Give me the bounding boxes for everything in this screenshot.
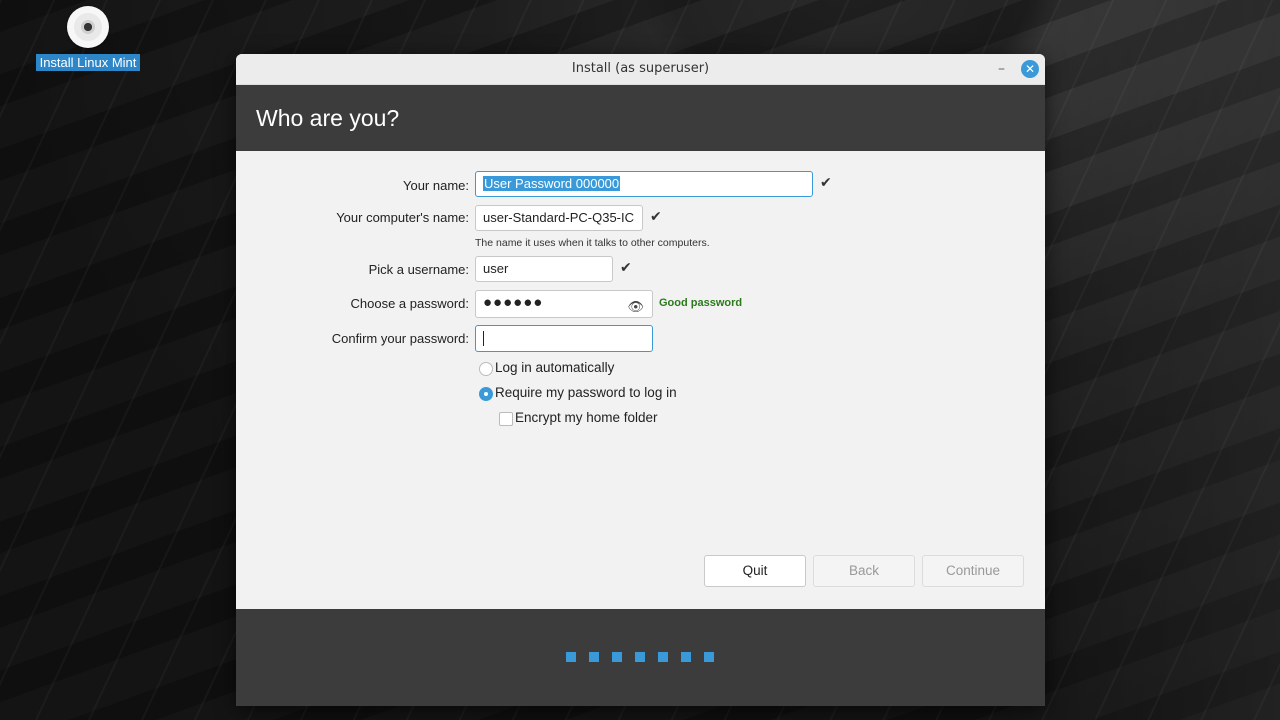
- confirm-password-label: Confirm your password:: [331, 331, 469, 346]
- desktop-icon-install[interactable]: Install Linux Mint: [32, 6, 144, 71]
- password-label: Choose a password:: [350, 296, 469, 311]
- auto-login-radio[interactable]: [479, 362, 493, 376]
- minimize-button[interactable]: –: [998, 54, 1005, 84]
- name-value: User Password 000000: [483, 176, 621, 191]
- username-label: Pick a username:: [368, 262, 469, 277]
- password-field[interactable]: ●●●●●● 👁: [475, 290, 653, 318]
- footer-bar: [236, 609, 1045, 706]
- computer-name-field[interactable]: user-Standard-PC-Q35-IC: [475, 205, 643, 231]
- continue-button[interactable]: Continue: [922, 555, 1024, 587]
- progress-step: [658, 652, 668, 662]
- installer-window: Install (as superuser) – ✕ Who are you? …: [236, 54, 1045, 706]
- encrypt-home-label[interactable]: Encrypt my home folder: [515, 410, 658, 425]
- encrypt-home-checkbox[interactable]: [499, 412, 513, 426]
- require-password-label[interactable]: Require my password to log in: [495, 385, 677, 400]
- progress-step: [589, 652, 599, 662]
- username-valid-check-icon: ✔: [620, 260, 632, 276]
- confirm-password-field[interactable]: [475, 325, 653, 352]
- username-value: user: [483, 261, 509, 276]
- quit-button[interactable]: Quit: [704, 555, 806, 587]
- computer-name-hint: The name it uses when it talks to other …: [475, 237, 710, 249]
- name-field[interactable]: User Password 000000: [475, 171, 813, 197]
- close-button[interactable]: ✕: [1021, 60, 1039, 78]
- progress-step: [635, 652, 645, 662]
- progress-step: [681, 652, 691, 662]
- require-password-radio[interactable]: [479, 387, 493, 401]
- progress-step: [566, 652, 576, 662]
- disc-icon: [67, 6, 109, 48]
- page-title: Who are you?: [236, 85, 1045, 151]
- titlebar[interactable]: Install (as superuser) – ✕: [236, 54, 1045, 85]
- window-title: Install (as superuser): [571, 61, 710, 76]
- password-value: ●●●●●●: [483, 294, 544, 311]
- auto-login-label[interactable]: Log in automatically: [495, 360, 614, 375]
- back-button[interactable]: Back: [813, 555, 915, 587]
- progress-step: [612, 652, 622, 662]
- computer-name-valid-check-icon: ✔: [650, 209, 662, 225]
- password-strength: Good password: [659, 297, 743, 309]
- desktop-icon-label: Install Linux Mint: [35, 54, 141, 71]
- username-field[interactable]: user: [475, 256, 613, 282]
- name-label: Your name:: [402, 178, 469, 193]
- text-caret: [483, 331, 484, 347]
- name-valid-check-icon: ✔: [820, 175, 832, 191]
- progress-indicator: [566, 652, 714, 662]
- progress-step: [704, 652, 714, 662]
- show-password-eye-icon[interactable]: 👁: [627, 295, 644, 317]
- computer-name-value: user-Standard-PC-Q35-IC: [483, 210, 634, 225]
- computer-name-label: Your computer's name:: [336, 210, 469, 225]
